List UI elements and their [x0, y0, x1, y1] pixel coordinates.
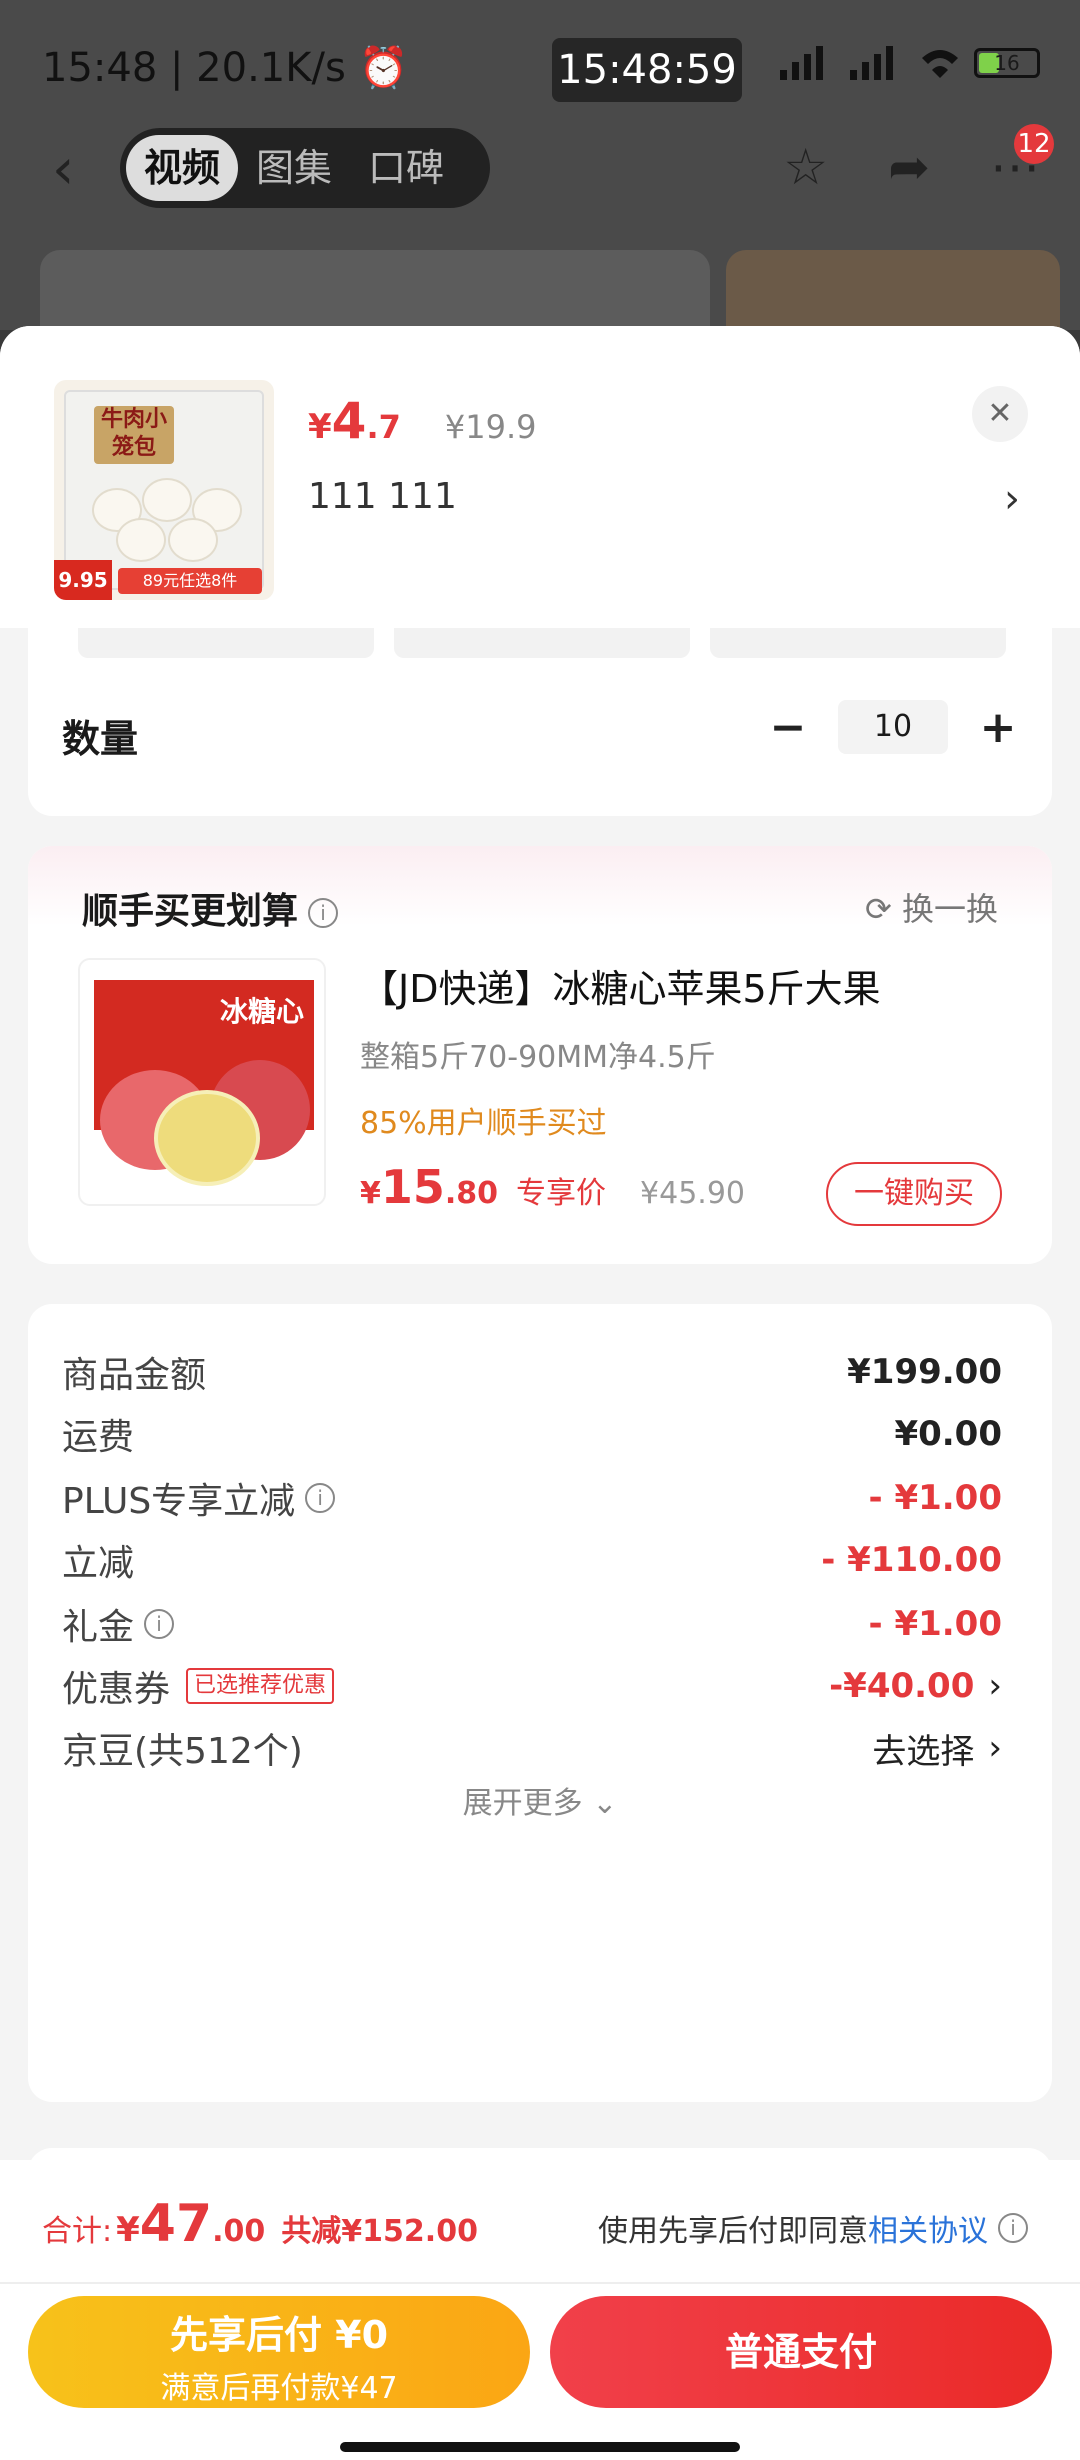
message-badge: 12 — [1014, 124, 1054, 164]
pay-later-button[interactable]: 先享后付 ¥0 满意后再付款¥47 — [28, 2296, 530, 2408]
status-bar: 15:48 | 20.1K/s ⏰ 15:48:59 16 — [0, 0, 1080, 130]
addon-title: 顺手买更划算 i — [82, 882, 339, 934]
refresh-icon: ⟳ — [865, 890, 902, 928]
status-icons: 16 — [780, 46, 1040, 80]
checkout-bar: 合计: ¥ 47 .00 共减¥152.00 使用先享后付即同意 相关协议 i 先享… — [0, 2160, 1080, 2460]
price-integer: 4 — [331, 392, 367, 450]
summary-row: 运费 ¥0.00 — [62, 1414, 1002, 1458]
close-icon[interactable]: ✕ — [972, 386, 1028, 442]
original-price: ¥19.9 — [444, 408, 537, 446]
purchase-sheet: 牛肉小笼包 9.95 89元任选8件 ¥ 4 .7 ¥19.9 111 111 … — [0, 326, 1080, 2460]
agreement-link[interactable]: 相关协议 — [868, 2206, 988, 2250]
swap-button[interactable]: ⟳ 换一换 — [865, 884, 998, 930]
home-indicator — [340, 2442, 740, 2452]
quantity-card: 数量 − 10 + — [28, 628, 1052, 816]
summary-row: PLUS专享立减 i - ¥1.00 — [62, 1478, 1002, 1522]
chevron-right-icon: › — [988, 1728, 1002, 1768]
chevron-right-icon: › — [988, 1666, 1002, 1706]
tab-gallery[interactable]: 图集 — [238, 135, 350, 201]
product-image-strip: 89元任选8件 — [118, 568, 262, 594]
share-icon[interactable]: ➦ — [888, 138, 930, 196]
chevron-right-icon[interactable]: › — [1004, 476, 1020, 522]
plus-button[interactable]: + — [978, 702, 1018, 753]
summary-row: 礼金 i - ¥1.00 — [62, 1604, 1002, 1648]
addon-percent: 85%用户顺手买过 — [360, 1106, 607, 1141]
spec-option[interactable] — [394, 628, 690, 658]
pay-now-button[interactable]: 普通支付 — [550, 2296, 1052, 2408]
wifi-icon — [922, 50, 958, 78]
pay-later-sub: 满意后再付款¥47 — [160, 2371, 398, 2406]
quantity-stepper: − 10 + — [768, 700, 1018, 754]
quantity-input[interactable]: 10 — [838, 700, 948, 754]
product-image: 牛肉小笼包 9.95 89元任选8件 — [54, 380, 274, 600]
product-header: 牛肉小笼包 9.95 89元任选8件 ¥ 4 .7 ¥19.9 111 111 … — [0, 326, 1080, 628]
summary-row: 商品金额 ¥199.00 — [62, 1352, 1002, 1396]
total-price: 合计: ¥ 47 .00 共减¥152.00 — [42, 2194, 478, 2254]
info-icon[interactable]: i — [305, 1483, 336, 1513]
addon-image[interactable]: 冰糖心 — [78, 958, 326, 1206]
tab-reviews[interactable]: 口碑 — [350, 135, 462, 201]
selected-spec[interactable]: 111 111 — [308, 476, 457, 517]
status-clock: 15:48:59 — [552, 38, 742, 102]
spec-option[interactable] — [710, 628, 1006, 658]
minus-button[interactable]: − — [768, 702, 808, 753]
summary-row: 立减 - ¥110.00 — [62, 1540, 1002, 1584]
pay-later-title: 先享后付 ¥0 — [169, 2313, 389, 2357]
price-summary: 商品金额 ¥199.00 运费 ¥0.00 PLUS专享立减 i - ¥1.00 立减… — [28, 1304, 1052, 2102]
top-nav: ‹ 视频 图集 口碑 ☆ ➦ ⋯ 12 — [0, 124, 1080, 208]
signal-icon — [780, 46, 836, 80]
info-icon[interactable]: i — [998, 2213, 1028, 2243]
addon-card: 顺手买更划算 i ⟳ 换一换 冰糖心 【JD快递】冰糖心苹果5斤大果 整箱5斤70… — [28, 846, 1052, 1264]
quick-buy-button[interactable]: 一键购买 — [826, 1162, 1002, 1226]
product-price: ¥ 4 .7 ¥19.9 — [308, 392, 537, 450]
coupon-row[interactable]: 优惠券 已选推荐优惠 -¥40.00 › — [62, 1656, 1002, 1716]
tab-video[interactable]: 视频 — [126, 135, 239, 201]
addon-name[interactable]: 【JD快递】冰糖心苹果5斤大果 — [360, 958, 881, 1013]
addon-sub: 整箱5斤70-90MM净4.5斤 — [360, 1040, 716, 1075]
jingdou-row[interactable]: 京豆(共512个) 去选择 › — [62, 1718, 1002, 1778]
battery-icon: 16 — [974, 48, 1040, 78]
status-time: 15:48 | 20.1K/s ⏰ — [42, 45, 409, 91]
product-image-price: 9.95 — [54, 560, 112, 600]
total-saved: 共减¥152.00 — [281, 2214, 478, 2249]
spec-option[interactable] — [78, 628, 374, 658]
price-currency: ¥ — [308, 407, 332, 447]
star-icon[interactable]: ☆ — [783, 138, 828, 196]
addon-image-text: 冰糖心 — [220, 995, 305, 1028]
nav-actions: ☆ ➦ ⋯ — [783, 138, 1040, 196]
product-image-tag: 牛肉小笼包 — [94, 406, 174, 464]
info-icon[interactable]: i — [144, 1609, 175, 1639]
info-icon[interactable]: i — [308, 898, 339, 928]
back-icon[interactable]: ‹ — [52, 142, 74, 198]
signal-icon — [850, 46, 906, 80]
media-tabs: 视频 图集 口碑 — [120, 128, 490, 208]
quantity-label: 数量 — [62, 717, 139, 761]
agreement-text: 使用先享后付即同意 相关协议 i — [598, 2206, 1028, 2250]
addon-price: ¥ 15 .80 专享价 ¥45.90 — [360, 1160, 746, 1214]
price-decimal: .7 — [366, 408, 401, 446]
spec-options — [78, 628, 1028, 660]
expand-more-button[interactable]: 展开更多 ⌄ — [28, 1778, 1052, 1822]
recommended-tag: 已选推荐优惠 — [186, 1668, 335, 1704]
